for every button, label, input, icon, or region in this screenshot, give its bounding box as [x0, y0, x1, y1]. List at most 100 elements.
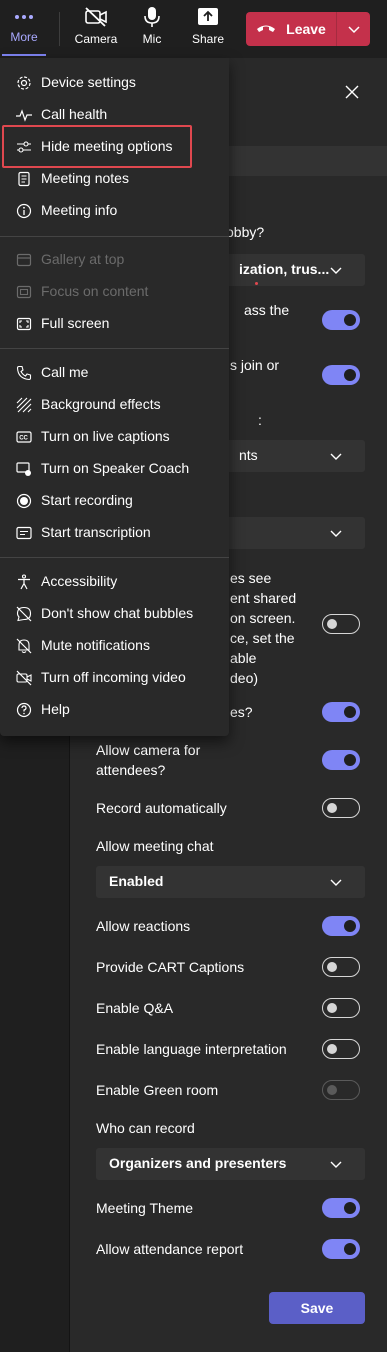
share-button[interactable]: Share — [190, 6, 226, 54]
gear-icon — [16, 75, 32, 91]
meeting-toolbar: More Camera Mic Share Leave — [0, 0, 387, 58]
cart-captions-label: Provide CART Captions — [96, 959, 245, 975]
see-content-line5: able — [230, 650, 257, 666]
chevron-down-icon — [329, 449, 343, 463]
chat-dropdown-value: Enabled — [109, 873, 164, 889]
allow-camera-toggle[interactable] — [322, 750, 360, 770]
menu-item-label: Call health — [41, 106, 108, 122]
close-icon[interactable] — [343, 83, 361, 101]
menu-item-label: Turn on live captions — [41, 428, 170, 444]
announce-join-toggle[interactable] — [322, 365, 360, 385]
menu-item-label: Start recording — [41, 492, 133, 508]
allow-reactions-toggle[interactable] — [322, 916, 360, 936]
menu-item-gallery-at-top: Gallery at top — [0, 244, 229, 276]
menu-item-incoming-video[interactable]: Turn off incoming video — [0, 662, 229, 694]
qa-toggle[interactable] — [322, 998, 360, 1018]
focus-icon — [16, 284, 32, 300]
menu-item-mute-notifications[interactable]: Mute notifications — [0, 630, 229, 662]
menu-item-label: Meeting notes — [41, 170, 129, 186]
captions-icon: CC — [16, 429, 32, 445]
who-can-record-label: Who can record — [96, 1120, 195, 1136]
menu-item-call-me[interactable]: Call me — [0, 357, 229, 389]
menu-item-label: Turn on Speaker Coach — [41, 460, 190, 476]
camera-button[interactable]: Camera — [74, 6, 118, 54]
menu-divider — [0, 557, 229, 558]
menu-item-meeting-info[interactable]: Meeting info — [0, 195, 229, 227]
toolbar-divider — [59, 12, 60, 46]
bell-off-icon — [16, 638, 32, 654]
highlight-box — [2, 125, 192, 168]
leave-button-group: Leave — [246, 12, 370, 46]
lobby-question-partial: obby? — [226, 224, 265, 240]
meeting-theme-toggle[interactable] — [322, 1198, 360, 1218]
hang-up-icon — [256, 23, 276, 35]
menu-item-chat-bubbles[interactable]: Don't show chat bubbles — [0, 598, 229, 630]
fullscreen-icon — [16, 316, 32, 332]
menu-item-start-recording[interactable]: Start recording — [0, 485, 229, 517]
help-icon — [16, 702, 32, 718]
allow-mic-toggle[interactable] — [322, 702, 360, 722]
menu-item-label: Gallery at top — [41, 251, 125, 267]
transcription-icon — [16, 525, 32, 541]
bypass-lobby-toggle[interactable] — [322, 310, 360, 330]
video-off-icon — [16, 670, 32, 686]
menu-item-label: Turn off incoming video — [41, 669, 186, 685]
menu-item-label: Start transcription — [41, 524, 151, 540]
attendance-report-toggle[interactable] — [322, 1239, 360, 1259]
menu-item-label: Call me — [41, 364, 89, 380]
green-room-label: Enable Green room — [96, 1082, 219, 1098]
who-can-record-value: Organizers and presenters — [109, 1155, 287, 1171]
pulse-icon — [16, 107, 32, 123]
menu-item-device-settings[interactable]: Device settings — [0, 67, 229, 99]
background-effects-icon — [16, 397, 32, 413]
see-content-toggle[interactable] — [322, 614, 360, 634]
camera-off-icon — [84, 6, 108, 28]
menu-item-speaker-coach[interactable]: Turn on Speaker Coach — [0, 453, 229, 485]
svg-text:CC: CC — [19, 436, 28, 442]
share-label: Share — [191, 32, 225, 46]
announce-join-partial: s join or — [230, 357, 280, 373]
see-content-line3: on screen. — [230, 610, 296, 626]
qa-label: Enable Q&A — [96, 1000, 174, 1016]
record-icon — [16, 493, 32, 509]
chevron-down-icon — [329, 526, 343, 540]
menu-item-full-screen[interactable]: Full screen — [0, 308, 229, 340]
more-dots-icon — [14, 14, 34, 20]
menu-item-live-captions[interactable]: CC Turn on live captions — [0, 421, 229, 453]
menu-item-focus-on-content: Focus on content — [0, 276, 229, 308]
menu-item-label: Don't show chat bubbles — [41, 605, 194, 621]
leave-button[interactable]: Leave — [246, 12, 337, 46]
see-content-line1: es see — [230, 570, 272, 586]
chat-dropdown[interactable]: Enabled — [96, 866, 365, 898]
cart-captions-toggle[interactable] — [322, 957, 360, 977]
record-automatically-toggle[interactable] — [322, 798, 360, 818]
menu-item-accessibility[interactable]: Accessibility — [0, 566, 229, 598]
leave-options-button[interactable] — [337, 12, 370, 46]
menu-item-label: Focus on content — [41, 283, 149, 299]
share-icon — [197, 6, 219, 28]
see-content-line6: deo) — [230, 670, 259, 686]
bypass-lobby-partial: ass the — [244, 302, 290, 318]
save-button[interactable]: Save — [269, 1292, 365, 1324]
mic-icon — [142, 6, 162, 28]
see-content-line2: ent shared — [230, 590, 297, 606]
more-button[interactable]: More — [4, 6, 44, 54]
info-icon — [16, 203, 32, 219]
green-room-toggle — [322, 1080, 360, 1100]
allow-reactions-label: Allow reactions — [96, 918, 191, 934]
record-automatically-label: Record automatically — [96, 800, 227, 816]
lobby-dropdown-value: ization, trus... — [239, 261, 330, 277]
menu-item-label: Mute notifications — [41, 637, 150, 653]
mic-label: Mic — [142, 32, 162, 46]
who-can-record-dropdown[interactable]: Organizers and presenters — [96, 1148, 365, 1180]
menu-item-help[interactable]: Help — [0, 694, 229, 726]
menu-item-label: Accessibility — [41, 573, 118, 589]
menu-item-start-transcription[interactable]: Start transcription — [0, 517, 229, 549]
mic-button[interactable]: Mic — [134, 6, 170, 54]
teams-meeting-screen: obby? ization, trus... ass the s join or… — [0, 0, 387, 1352]
language-interpretation-toggle[interactable] — [322, 1039, 360, 1059]
menu-item-label: Help — [41, 701, 70, 717]
leave-label: Leave — [286, 21, 326, 37]
menu-item-background-effects[interactable]: Background effects — [0, 389, 229, 421]
chevron-down-icon — [329, 875, 343, 889]
